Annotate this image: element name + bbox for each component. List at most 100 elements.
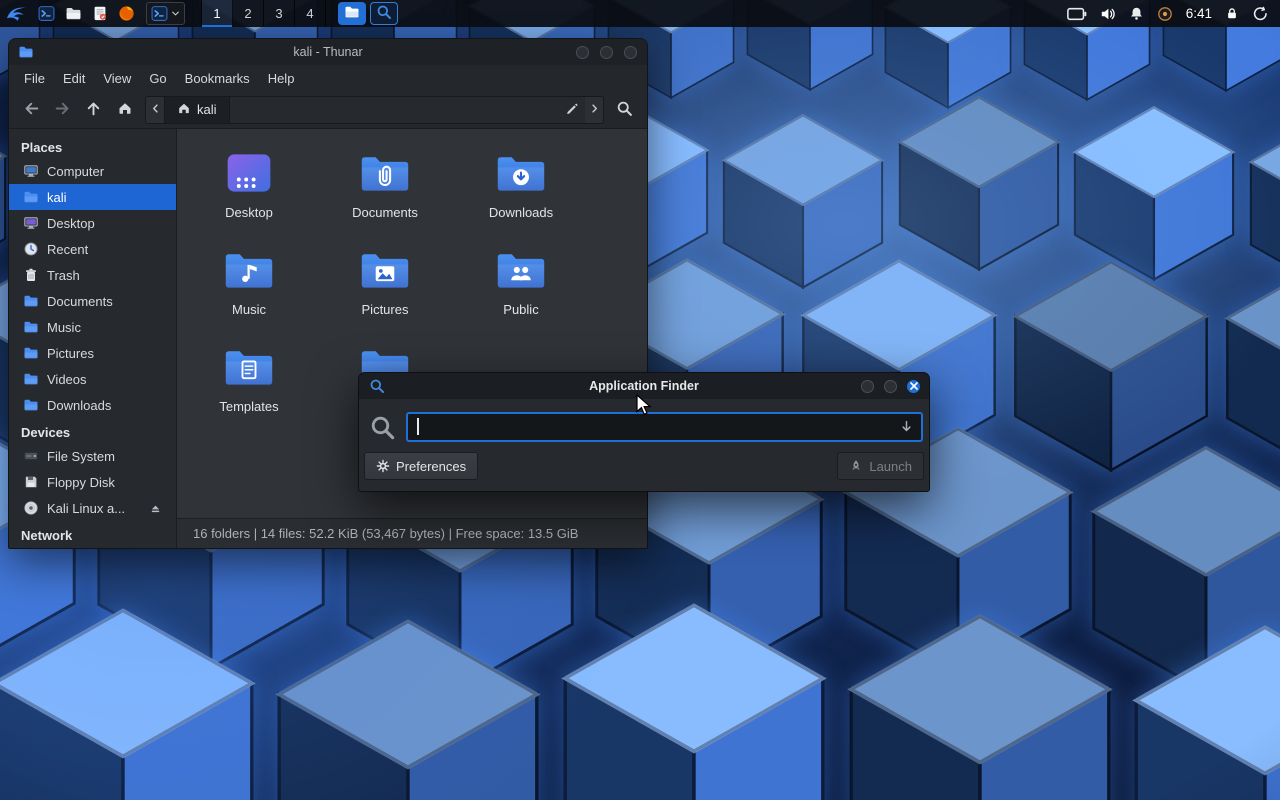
sidebar-item-kali[interactable]: kali	[9, 184, 176, 210]
sidebar-item-kali-linux-a[interactable]: Kali Linux a...	[9, 495, 176, 521]
edit-path-button[interactable]	[559, 97, 585, 123]
workspace-2[interactable]: 2	[233, 0, 264, 27]
terminal-launcher[interactable]	[33, 0, 60, 27]
text-editor-launcher[interactable]	[87, 0, 113, 27]
thunar-close-button[interactable]	[624, 46, 637, 59]
file-templates[interactable]: Templates	[181, 335, 317, 432]
file-label: Templates	[219, 399, 278, 414]
forward-button[interactable]	[48, 96, 77, 124]
workspace-switcher: 1234	[201, 0, 326, 27]
thunar-minimize-button[interactable]	[576, 46, 589, 59]
appfinder-search-input[interactable]	[406, 412, 923, 442]
sidebar-item-trash[interactable]: Trash	[9, 262, 176, 288]
menu-go[interactable]: Go	[140, 71, 175, 86]
menu-file[interactable]: File	[15, 71, 54, 86]
status-orb-icon[interactable]	[1157, 6, 1173, 22]
arrow-left-icon	[23, 100, 40, 120]
terminal-dropdown[interactable]	[146, 2, 185, 25]
sidebar-item-label: Pictures	[47, 346, 94, 361]
panel-clock[interactable]: 6:41	[1186, 6, 1212, 21]
kali-menu-button[interactable]	[0, 0, 33, 27]
sidebar-item-label: Floppy Disk	[47, 475, 115, 490]
workspace-3[interactable]: 3	[264, 0, 295, 27]
appfinder-minimize-button[interactable]	[861, 380, 874, 393]
arrow-up-icon	[85, 100, 102, 120]
system-tray: 6:41	[1067, 6, 1280, 22]
file-pictures[interactable]: Pictures	[317, 238, 453, 335]
breadcrumb-kali[interactable]: kali	[164, 97, 230, 123]
sidebar-item-label: Desktop	[47, 216, 95, 231]
menu-edit[interactable]: Edit	[54, 71, 94, 86]
notifications-icon[interactable]	[1129, 6, 1144, 21]
search-button[interactable]	[610, 96, 639, 124]
appfinder-close-button[interactable]	[907, 380, 920, 393]
desktop-tile-icon	[223, 151, 275, 197]
workspace-4[interactable]: 4	[295, 0, 326, 27]
home-button[interactable]	[110, 96, 139, 124]
file-downloads[interactable]: Downloads	[453, 141, 589, 238]
sidebar-item-desktop[interactable]: Desktop	[9, 210, 176, 236]
sidebar-item-label: Recent	[47, 242, 88, 257]
sidebar-item-videos[interactable]: Videos	[9, 366, 176, 392]
gear-icon	[376, 459, 390, 473]
lock-icon[interactable]	[1225, 6, 1239, 21]
pencil-icon	[565, 101, 580, 119]
panel-launchers	[0, 0, 191, 27]
path-scroll-left-button[interactable]	[146, 97, 164, 123]
breadcrumb-label: kali	[197, 102, 217, 117]
launch-button[interactable]: Launch	[837, 452, 924, 480]
appfinder-title: Application Finder	[359, 379, 929, 393]
application-finder-window: Application Finder Preferences Launch	[358, 372, 930, 492]
workspace-1[interactable]: 1	[202, 0, 233, 27]
file-music[interactable]: Music	[181, 238, 317, 335]
back-button[interactable]	[17, 96, 46, 124]
eject-icon[interactable]	[149, 502, 170, 515]
dropdown-arrow-icon[interactable]	[899, 419, 914, 434]
up-button[interactable]	[79, 96, 108, 124]
clock-icon	[23, 241, 39, 257]
sidebar-header-places: Places	[9, 133, 176, 158]
power-icon[interactable]	[1252, 6, 1268, 22]
thunar-titlebar[interactable]: kali - Thunar	[9, 39, 647, 65]
sidebar-item-documents[interactable]: Documents	[9, 288, 176, 314]
file-public[interactable]: Public	[453, 238, 589, 335]
sidebar-item-music[interactable]: Music	[9, 314, 176, 340]
volume-icon[interactable]	[1100, 6, 1116, 22]
thunar-title: kali - Thunar	[9, 45, 647, 59]
appfinder-maximize-button[interactable]	[884, 380, 897, 393]
trash-icon	[23, 267, 39, 283]
file-documents[interactable]: Documents	[317, 141, 453, 238]
path-field[interactable]	[230, 97, 559, 123]
path-bar: kali	[145, 96, 604, 124]
folder-icon	[23, 319, 39, 335]
sidebar-item-floppy-disk[interactable]: Floppy Disk	[9, 469, 176, 495]
mouse-cursor	[636, 394, 656, 418]
sidebar-item-label: Videos	[47, 372, 87, 387]
sidebar-item-pictures[interactable]: Pictures	[9, 340, 176, 366]
taskbar-thunar[interactable]	[338, 2, 366, 25]
sidebar-item-computer[interactable]: Computer	[9, 158, 176, 184]
file-manager-launcher[interactable]	[60, 0, 87, 27]
arrow-right-icon	[54, 100, 71, 120]
home-icon	[177, 101, 191, 118]
menu-view[interactable]: View	[94, 71, 140, 86]
sidebar-item-downloads[interactable]: Downloads	[9, 392, 176, 418]
folder-paperclip-icon	[359, 151, 411, 197]
file-label: Public	[503, 302, 538, 317]
file-desktop[interactable]: Desktop	[181, 141, 317, 238]
sidebar-item-recent[interactable]: Recent	[9, 236, 176, 262]
thunar-maximize-button[interactable]	[600, 46, 613, 59]
sidebar-item-file-system[interactable]: File System	[9, 443, 176, 469]
top-panel: 1234 6:41	[0, 0, 1280, 27]
chevron-down-icon	[171, 9, 180, 18]
folder-icon	[23, 345, 39, 361]
battery-icon[interactable]	[1067, 7, 1087, 21]
path-scroll-right-button[interactable]	[585, 97, 603, 123]
taskbar-appfinder[interactable]	[370, 2, 398, 25]
home-icon	[117, 100, 133, 119]
menu-help[interactable]: Help	[259, 71, 304, 86]
preferences-button[interactable]: Preferences	[364, 452, 478, 480]
menu-bookmarks[interactable]: Bookmarks	[176, 71, 259, 86]
thunar-menubar: FileEditViewGoBookmarksHelp	[9, 65, 647, 91]
firefox-launcher[interactable]	[113, 0, 140, 27]
